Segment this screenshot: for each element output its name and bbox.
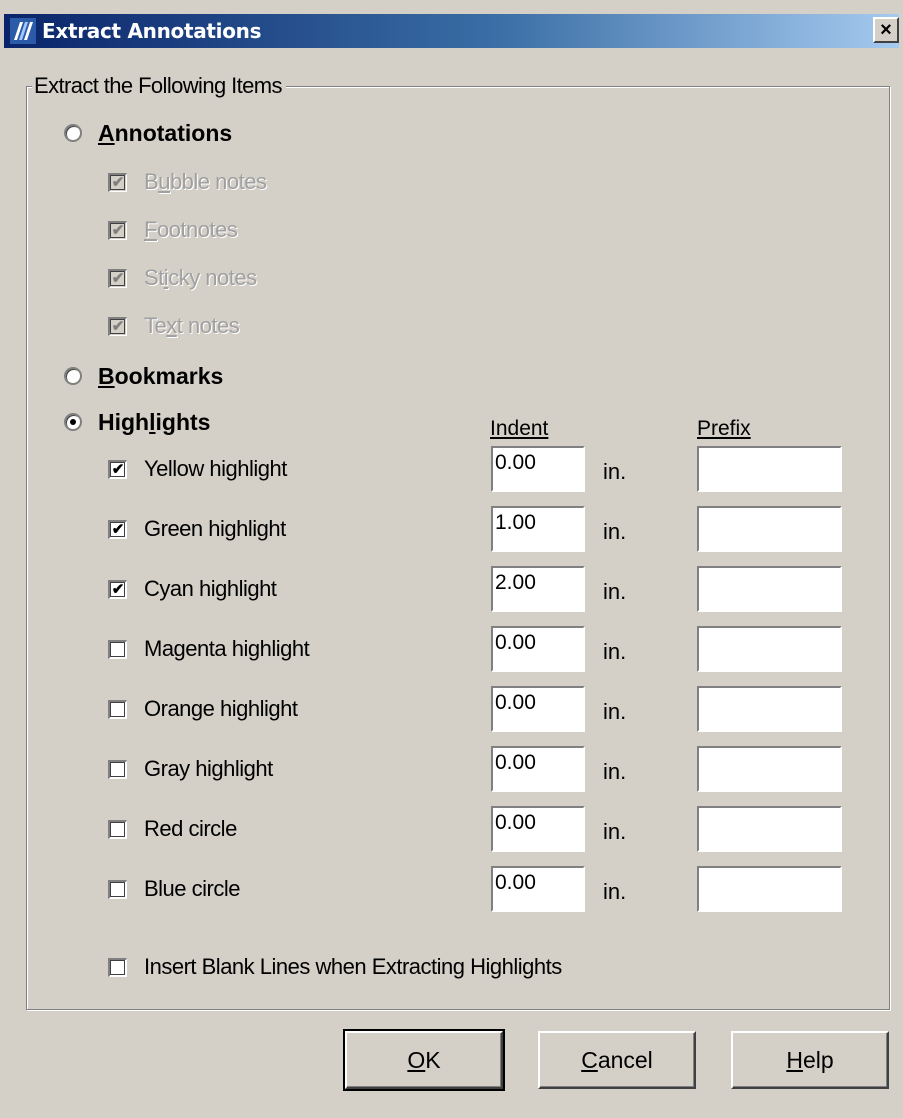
radio-bookmarks-label: Bookmarks (98, 363, 224, 389)
highlight-checkbox-blue-circle[interactable] (108, 879, 127, 899)
help-button[interactable]: Help (731, 1031, 889, 1089)
highlight-option-cyan-highlight[interactable]: ✔ Cyan highlight (108, 574, 277, 604)
prefix-input-red-circle[interactable] (697, 806, 842, 852)
indent-unit-label: in. (603, 879, 627, 904)
highlight-label-magenta-highlight: Magenta highlight (144, 636, 310, 661)
highlight-option-gray-highlight[interactable]: Gray highlight (108, 754, 273, 784)
radio-bookmarks[interactable]: Bookmarks (64, 361, 223, 391)
highlight-option-green-highlight[interactable]: ✔ Green highlight (108, 514, 286, 544)
radio-annotations[interactable]: Annotations (64, 118, 232, 148)
annotation-option-text-notes: ✔ Text notes (108, 311, 240, 341)
highlight-checkbox-cyan-highlight[interactable]: ✔ (108, 579, 127, 599)
highlight-option-magenta-highlight[interactable]: Magenta highlight (108, 634, 310, 664)
highlight-checkbox-green-highlight[interactable]: ✔ (108, 519, 127, 539)
indent-input-green-highlight[interactable]: 1.00 (491, 506, 585, 552)
annotation-checkbox: ✔ (108, 268, 127, 288)
ok-button-label: OK (407, 1046, 441, 1073)
highlight-option-orange-highlight[interactable]: Orange highlight (108, 694, 298, 724)
indent-input-blue-circle[interactable]: 0.00 (491, 866, 585, 912)
insert-blank-lines-checkbox[interactable] (108, 957, 127, 977)
highlight-checkbox-orange-highlight[interactable] (108, 699, 127, 719)
highlight-checkbox-magenta-highlight[interactable] (108, 639, 127, 659)
indent-unit-label: in. (603, 819, 627, 844)
prefix-column-header: Prefix (697, 417, 751, 440)
highlight-checkbox-yellow-highlight[interactable]: ✔ (108, 459, 127, 479)
prefix-input-green-highlight[interactable] (697, 506, 842, 552)
indent-unit-label: in. (603, 519, 627, 544)
radio-annotations-label: Annotations (98, 120, 233, 146)
highlight-option-yellow-highlight[interactable]: ✔ Yellow highlight (108, 454, 287, 484)
highlight-checkbox-red-circle[interactable] (108, 819, 127, 839)
annotation-option-footnotes: ✔ Footnotes (108, 215, 238, 245)
radio-highlights-indicator[interactable] (64, 413, 82, 431)
indent-input-red-circle[interactable]: 0.00 (491, 806, 585, 852)
prefix-input-blue-circle[interactable] (697, 866, 842, 912)
annotation-option-sticky-notes: ✔ Sticky notes (108, 263, 257, 293)
prefix-input-yellow-highlight[interactable] (697, 446, 842, 492)
radio-annotations-indicator[interactable] (64, 124, 82, 142)
cancel-button-label: Cancel (581, 1046, 653, 1073)
annotation-option-bubble-notes: ✔ Bubble notes (108, 167, 267, 197)
highlight-option-blue-circle[interactable]: Blue circle (108, 874, 240, 904)
indent-unit-label: in. (603, 579, 627, 604)
insert-blank-lines-option[interactable]: Insert Blank Lines when Extracting Highl… (108, 952, 562, 982)
close-icon: × (880, 19, 892, 41)
highlight-label-blue-circle: Blue circle (144, 876, 240, 901)
annotation-checkbox: ✔ (108, 220, 127, 240)
extract-annotations-dialog: Extract Annotations × Extract the Follow… (0, 0, 903, 1118)
app-icon (10, 18, 36, 44)
highlight-label-yellow-highlight: Yellow highlight (144, 456, 287, 481)
help-button-label: Help (786, 1046, 834, 1073)
annotation-option-label: Sticky notes (144, 265, 257, 290)
annotation-option-label: Footnotes (144, 217, 238, 242)
close-button[interactable]: × (873, 17, 899, 43)
indent-input-orange-highlight[interactable]: 0.00 (491, 686, 585, 732)
prefix-input-cyan-highlight[interactable] (697, 566, 842, 612)
prefix-input-orange-highlight[interactable] (697, 686, 842, 732)
indent-unit-label: in. (603, 639, 627, 664)
cancel-button[interactable]: Cancel (538, 1031, 696, 1089)
prefix-input-gray-highlight[interactable] (697, 746, 842, 792)
highlight-label-red-circle: Red circle (144, 816, 237, 841)
radio-bookmarks-indicator[interactable] (64, 367, 82, 385)
prefix-input-magenta-highlight[interactable] (697, 626, 842, 672)
radio-highlights-label: Highlights (98, 409, 211, 435)
annotation-option-label: Text notes (144, 313, 240, 338)
ok-button[interactable]: OK (343, 1029, 505, 1091)
highlight-option-red-circle[interactable]: Red circle (108, 814, 237, 844)
indent-input-yellow-highlight[interactable]: 0.00 (491, 446, 585, 492)
indent-input-magenta-highlight[interactable]: 0.00 (491, 626, 585, 672)
annotation-option-label: Bubble notes (144, 169, 267, 194)
indent-input-cyan-highlight[interactable]: 2.00 (491, 566, 585, 612)
highlight-label-gray-highlight: Gray highlight (144, 756, 273, 781)
indent-input-gray-highlight[interactable]: 0.00 (491, 746, 585, 792)
indent-unit-label: in. (603, 459, 627, 484)
highlight-label-cyan-highlight: Cyan highlight (144, 576, 277, 601)
insert-blank-lines-label: Insert Blank Lines when Extracting Highl… (144, 954, 562, 979)
annotation-checkbox: ✔ (108, 316, 127, 336)
highlight-label-green-highlight: Green highlight (144, 516, 286, 541)
indent-unit-label: in. (603, 699, 627, 724)
window-title: Extract Annotations (42, 19, 262, 43)
group-legend: Extract the Following Items (32, 72, 286, 100)
annotation-checkbox: ✔ (108, 172, 127, 192)
radio-highlights[interactable]: Highlights (64, 407, 210, 437)
highlight-checkbox-gray-highlight[interactable] (108, 759, 127, 779)
indent-column-header: Indent (490, 417, 549, 440)
highlight-label-orange-highlight: Orange highlight (144, 696, 298, 721)
indent-unit-label: in. (603, 759, 627, 784)
title-bar[interactable]: Extract Annotations × (4, 14, 899, 48)
